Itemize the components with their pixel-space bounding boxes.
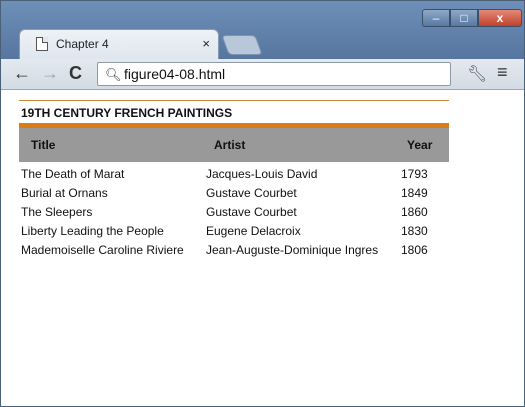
cell-year: 1830: [401, 224, 428, 238]
table-row: The Death of Marat Jacques-Louis David 1…: [21, 167, 451, 185]
table-row: Liberty Leading the People Eugene Delacr…: [21, 224, 451, 242]
page-heading: 19TH CENTURY FRENCH PAINTINGS: [21, 106, 233, 120]
wrench-icon[interactable]: 🔧︎: [467, 64, 487, 84]
back-button[interactable]: ←: [13, 63, 31, 83]
table-header: Title Artist Year: [19, 128, 449, 162]
tab-close-button[interactable]: ×: [202, 36, 210, 51]
search-icon: 🔍︎: [105, 67, 122, 82]
table-row: The Sleepers Gustave Courbet 1860: [21, 205, 451, 223]
header-title: Title: [31, 138, 56, 152]
menu-icon[interactable]: ≡: [497, 62, 508, 83]
table-row: Mademoiselle Caroline Riviere Jean-Augus…: [21, 243, 451, 261]
page-content: 19TH CENTURY FRENCH PAINTINGS Title Arti…: [1, 90, 524, 406]
header-year: Year: [407, 138, 433, 152]
cell-title: Mademoiselle Caroline Riviere: [21, 243, 184, 257]
cell-title: The Death of Marat: [21, 167, 125, 181]
title-bar: Chapter 4 × – □ x: [1, 1, 524, 59]
cell-title: The Sleepers: [21, 205, 93, 219]
cell-year: 1793: [401, 167, 428, 181]
header-artist: Artist: [214, 138, 246, 152]
cell-artist: Gustave Courbet: [206, 186, 297, 200]
close-button[interactable]: x: [478, 9, 522, 27]
cell-title: Liberty Leading the People: [21, 224, 164, 238]
new-tab-button[interactable]: [221, 35, 263, 55]
cell-artist: Jacques-Louis David: [206, 167, 318, 181]
top-rule: [19, 100, 449, 101]
address-bar[interactable]: 🔍︎ figure04-08.html: [97, 62, 451, 86]
url-text[interactable]: figure04-08.html: [124, 66, 225, 82]
maximize-button[interactable]: □: [450, 9, 478, 27]
reload-button[interactable]: C: [69, 63, 82, 83]
table-row: Burial at Ornans Gustave Courbet 1849: [21, 186, 451, 204]
cell-year: 1849: [401, 186, 428, 200]
cell-artist: Eugene Delacroix: [206, 224, 301, 238]
cell-artist: Jean-Auguste-Dominique Ingres: [206, 243, 379, 257]
cell-year: 1806: [401, 243, 428, 257]
browser-toolbar: ← → C 🔍︎ figure04-08.html 🔧︎ ≡: [1, 59, 524, 90]
browser-window: Chapter 4 × – □ x ← → C 🔍︎ figure04-08.h…: [0, 0, 525, 407]
cell-title: Burial at Ornans: [21, 186, 108, 200]
forward-button[interactable]: →: [41, 63, 59, 83]
cell-year: 1860: [401, 205, 428, 219]
minimize-button[interactable]: –: [422, 9, 450, 27]
tab-title: Chapter 4: [56, 37, 109, 51]
page-icon: [36, 37, 48, 51]
browser-tab[interactable]: Chapter 4 ×: [19, 29, 219, 59]
cell-artist: Gustave Courbet: [206, 205, 297, 219]
